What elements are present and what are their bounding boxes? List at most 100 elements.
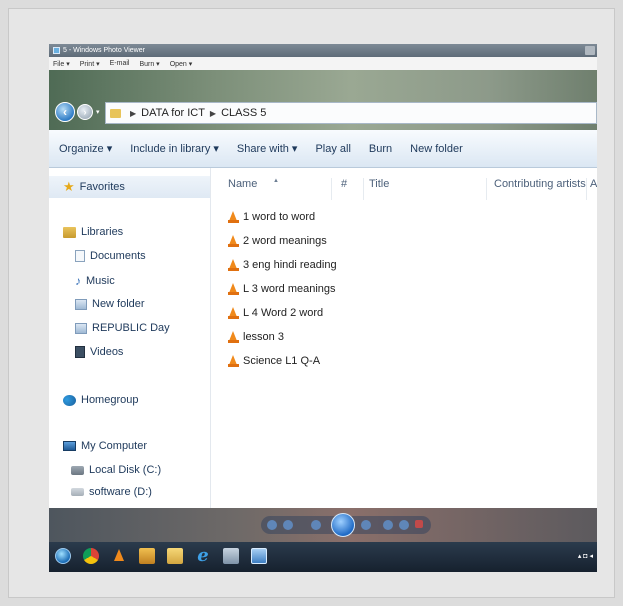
file-row[interactable]: 1 word to word: [228, 208, 315, 226]
menu-email[interactable]: E-mail: [110, 60, 130, 67]
nav-favorites[interactable]: ★ Favorites: [49, 176, 210, 198]
file-name: L 3 word meanings: [243, 283, 336, 295]
column-number[interactable]: #: [341, 178, 347, 190]
column-divider[interactable]: [363, 178, 364, 200]
windows-taskbar: e ▴ ◘ ◂: [49, 542, 597, 572]
column-headers: ▲ Name # Title Contributing artists A: [211, 168, 597, 200]
new-folder-button[interactable]: New folder: [410, 143, 463, 155]
chrome-icon[interactable]: [83, 548, 99, 564]
nav-documents[interactable]: Documents: [75, 250, 146, 262]
photo-viewer-taskbar-icon[interactable]: [251, 548, 267, 564]
play-all-button[interactable]: Play all: [315, 143, 350, 155]
file-row[interactable]: 2 word meanings: [228, 232, 327, 250]
photo-viewer-app-icon: [53, 47, 60, 54]
nav-music[interactable]: ♪ Music: [75, 274, 115, 288]
library-icon: [63, 226, 76, 238]
next-icon[interactable]: [361, 520, 371, 530]
nav-software-label: software (D:): [89, 486, 152, 498]
burn-button[interactable]: Burn: [369, 143, 392, 155]
delete-icon[interactable]: [415, 520, 423, 528]
rotate-right-icon[interactable]: [399, 520, 409, 530]
column-contributing-artists[interactable]: Contributing artists: [494, 178, 586, 190]
nav-republic-day[interactable]: REPUBLIC Day: [75, 322, 170, 334]
screenshot-edge: [597, 44, 607, 572]
menu-burn[interactable]: Burn ▾: [139, 60, 159, 68]
nav-videos[interactable]: Videos: [75, 346, 123, 358]
nav-libraries[interactable]: Libraries: [63, 226, 123, 238]
documents-icon: [75, 250, 85, 262]
file-row[interactable]: L 3 word meanings: [228, 280, 336, 298]
nav-homegroup[interactable]: Homegroup: [63, 394, 138, 406]
sort-ascending-icon: ▲: [273, 178, 279, 184]
include-in-library-button[interactable]: Include in library ▾: [130, 142, 219, 155]
nav-new-folder[interactable]: New folder: [75, 298, 145, 310]
nav-libraries-label: Libraries: [81, 226, 124, 238]
nav-documents-label: Documents: [90, 250, 146, 262]
column-name[interactable]: Name: [228, 178, 257, 190]
menu-open[interactable]: Open ▾: [170, 60, 193, 68]
media-player-icon[interactable]: [139, 548, 155, 564]
column-album[interactable]: A: [590, 178, 597, 190]
menu-file[interactable]: File ▾: [53, 60, 70, 68]
system-tray-icons[interactable]: ▴ ◘ ◂: [578, 552, 593, 560]
nav-software-d[interactable]: software (D:): [71, 486, 152, 498]
breadcrumb-class-5[interactable]: CLASS 5: [221, 107, 266, 119]
column-divider[interactable]: [331, 178, 332, 200]
vlc-file-icon: [228, 259, 239, 271]
internet-explorer-icon[interactable]: e: [195, 547, 211, 565]
photo-viewer-title: 5 - Windows Photo Viewer: [63, 47, 145, 54]
file-name: 2 word meanings: [243, 235, 327, 247]
homegroup-icon: [63, 394, 76, 406]
recent-pages-dropdown[interactable]: ▾: [96, 108, 100, 116]
nav-my-computer[interactable]: My Computer: [63, 440, 147, 452]
hard-disk-icon: [71, 465, 84, 475]
column-title[interactable]: Title: [369, 178, 389, 190]
video-icon: [75, 346, 85, 358]
nav-local-disk-c[interactable]: Local Disk (C:): [71, 464, 161, 476]
file-name: 1 word to word: [243, 211, 316, 223]
vlc-file-icon: [228, 331, 239, 343]
rotate-left-icon[interactable]: [383, 520, 393, 530]
previous-icon[interactable]: [311, 520, 321, 530]
breadcrumb-data-for-ict[interactable]: DATA for ICT: [141, 107, 205, 119]
photo-viewer-titlebar: 5 - Windows Photo Viewer: [49, 44, 597, 57]
folder-icon: [110, 108, 121, 118]
column-divider[interactable]: [586, 178, 587, 200]
file-row[interactable]: Science L1 Q-A: [228, 352, 320, 370]
start-button-icon[interactable]: [55, 548, 71, 564]
address-bar: ‹ › ▾ ▶ DATA for ICT ▶ CLASS 5: [49, 96, 597, 128]
actual-size-icon[interactable]: [283, 520, 293, 530]
file-list-pane: ▲ Name # Title Contributing artists A 1 …: [211, 168, 597, 508]
menu-print[interactable]: Print ▾: [80, 60, 100, 68]
navigation-pane: ★ Favorites Libraries Documents ♪ Music …: [49, 168, 211, 508]
vlc-file-icon: [228, 283, 239, 295]
nav-republic-day-label: REPUBLIC Day: [92, 322, 170, 334]
file-row[interactable]: 3 eng hindi reading: [228, 256, 337, 274]
calculator-icon[interactable]: [223, 548, 239, 564]
column-divider[interactable]: [486, 178, 487, 200]
nav-homegroup-label: Homegroup: [81, 394, 139, 406]
forward-button[interactable]: ›: [77, 104, 93, 120]
share-with-button[interactable]: Share with ▾: [237, 142, 298, 155]
library-folder-icon: [75, 322, 87, 334]
star-icon: ★: [63, 179, 75, 194]
nav-favorites-label: Favorites: [79, 181, 125, 193]
slideshow-play-button[interactable]: [331, 513, 355, 537]
breadcrumb-separator: ▶: [209, 108, 217, 118]
drive-icon: [71, 488, 84, 496]
photo-viewer-controls: [49, 508, 597, 542]
file-row[interactable]: L 4 Word 2 word: [228, 304, 323, 322]
address-field[interactable]: ▶ DATA for ICT ▶ CLASS 5: [105, 102, 597, 124]
nav-my-computer-label: My Computer: [81, 440, 148, 452]
back-button[interactable]: ‹: [55, 102, 75, 122]
breadcrumb-separator: ▶: [130, 108, 137, 118]
windows-explorer-icon[interactable]: [167, 548, 183, 564]
vlc-icon[interactable]: [111, 548, 127, 564]
file-row[interactable]: lesson 3: [228, 328, 284, 346]
file-name: lesson 3: [243, 331, 284, 343]
close-icon[interactable]: [585, 46, 595, 55]
command-toolbar: Organize ▾ Include in library ▾ Share wi…: [49, 130, 597, 168]
music-note-icon: ♪: [75, 274, 81, 288]
zoom-icon[interactable]: [267, 520, 277, 530]
organize-button[interactable]: Organize ▾: [59, 142, 112, 155]
